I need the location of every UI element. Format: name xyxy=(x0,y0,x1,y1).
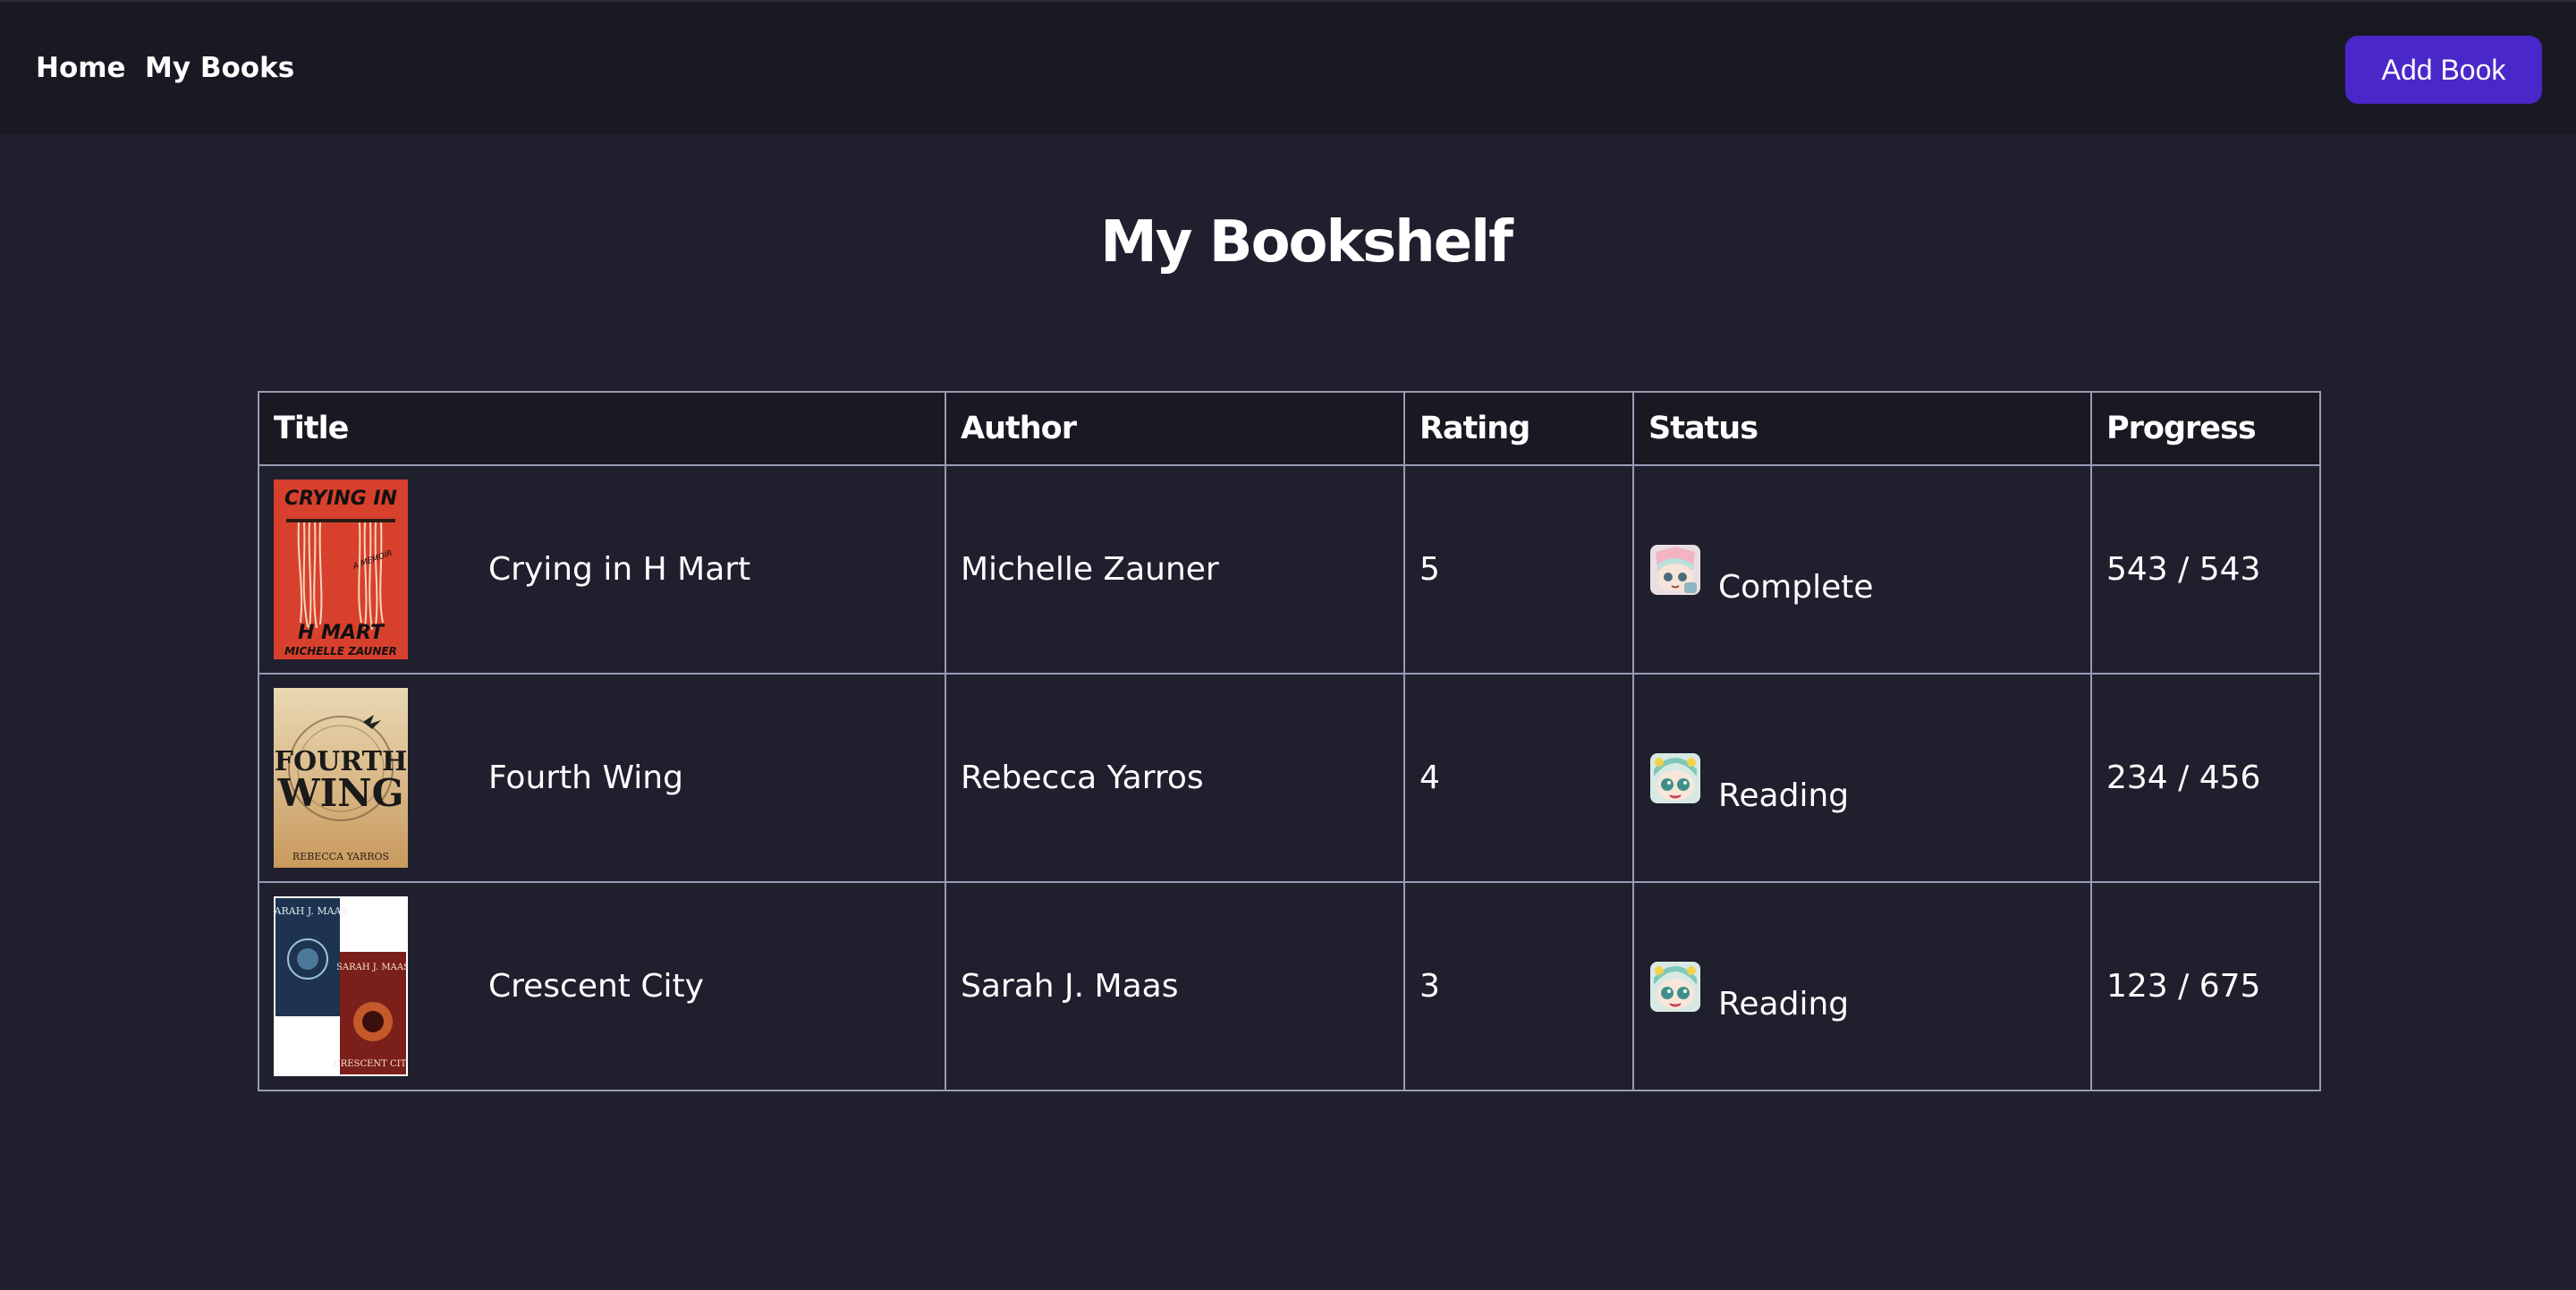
table-row[interactable]: CRYING IN A MEMOIR H MART MICHELLE ZAUNE… xyxy=(258,464,2321,675)
nav-home-link[interactable]: Home xyxy=(36,52,126,84)
book-title[interactable]: Fourth Wing xyxy=(488,760,683,796)
table-header-row: Title Author Rating Status Progress xyxy=(258,391,2321,466)
svg-text:CRYING IN: CRYING IN xyxy=(284,488,397,510)
bookshelf-table: Title Author Rating Status Progress CRYI… xyxy=(258,391,2321,1091)
header-status[interactable]: Status xyxy=(1632,391,2092,466)
header-progress[interactable]: Progress xyxy=(2090,391,2321,466)
header-rating[interactable]: Rating xyxy=(1403,391,1634,466)
title-cell: SARAH J. MAAS SARAH J. MAAS CRESCENT CIT… xyxy=(258,881,946,1091)
svg-text:H MART: H MART xyxy=(298,622,386,644)
reading-sticker-icon xyxy=(1648,960,1702,1014)
book-cover-fourth-wing-icon[interactable]: FOURTH WING REBECCA YARROS xyxy=(274,688,408,868)
svg-text:REBECCA YARROS: REBECCA YARROS xyxy=(292,851,389,862)
svg-text:WING: WING xyxy=(276,771,403,815)
status-cell: Complete xyxy=(1632,464,2092,675)
rating-cell: 4 xyxy=(1403,673,1634,883)
book-cover-crescent-city-icon[interactable]: SARAH J. MAAS SARAH J. MAAS CRESCENT CIT… xyxy=(274,896,408,1076)
title-cell: FOURTH WING REBECCA YARROS Fourth Wing xyxy=(258,673,946,883)
progress-cell: 234 / 456 xyxy=(2090,673,2321,883)
status-label: Reading xyxy=(1718,985,1850,1023)
svg-text:CRESCENT CITY: CRESCENT CITY xyxy=(334,1059,408,1069)
nav-my-books-link[interactable]: My Books xyxy=(145,52,294,84)
rating-cell: 5 xyxy=(1403,464,1634,675)
book-title[interactable]: Crescent City xyxy=(488,968,704,1005)
add-book-button[interactable]: Add Book xyxy=(2345,36,2542,104)
header-author[interactable]: Author xyxy=(945,391,1405,466)
svg-text:SARAH J. MAAS: SARAH J. MAAS xyxy=(336,963,408,972)
svg-text:SARAH J. MAAS: SARAH J. MAAS xyxy=(274,905,348,917)
author-cell: Michelle Zauner xyxy=(945,464,1405,675)
book-cover-crying-in-h-mart-icon[interactable]: CRYING IN A MEMOIR H MART MICHELLE ZAUNE… xyxy=(274,480,408,659)
book-title[interactable]: Crying in H Mart xyxy=(488,551,750,588)
author-cell: Sarah J. Maas xyxy=(945,881,1405,1091)
progress-cell: 123 / 675 xyxy=(2090,881,2321,1091)
title-cell: CRYING IN A MEMOIR H MART MICHELLE ZAUNE… xyxy=(258,464,946,675)
page-title: My Bookshelf xyxy=(1100,209,1513,276)
top-navbar: Home My Books Add Book xyxy=(0,0,2576,134)
svg-text:MICHELLE ZAUNER: MICHELLE ZAUNER xyxy=(284,645,397,658)
status-cell: Reading xyxy=(1632,673,2092,883)
table-row[interactable]: SARAH J. MAAS SARAH J. MAAS CRESCENT CIT… xyxy=(258,881,2321,1091)
status-label: Complete xyxy=(1718,568,1874,606)
table-row[interactable]: FOURTH WING REBECCA YARROS Fourth Wing R… xyxy=(258,673,2321,883)
status-cell: Reading xyxy=(1632,881,2092,1091)
status-label: Reading xyxy=(1718,777,1850,814)
author-cell: Rebecca Yarros xyxy=(945,673,1405,883)
rating-cell: 3 xyxy=(1403,881,1634,1091)
complete-sticker-icon xyxy=(1648,543,1702,597)
header-title[interactable]: Title xyxy=(258,391,946,466)
reading-sticker-icon xyxy=(1648,751,1702,805)
progress-cell: 543 / 543 xyxy=(2090,464,2321,675)
